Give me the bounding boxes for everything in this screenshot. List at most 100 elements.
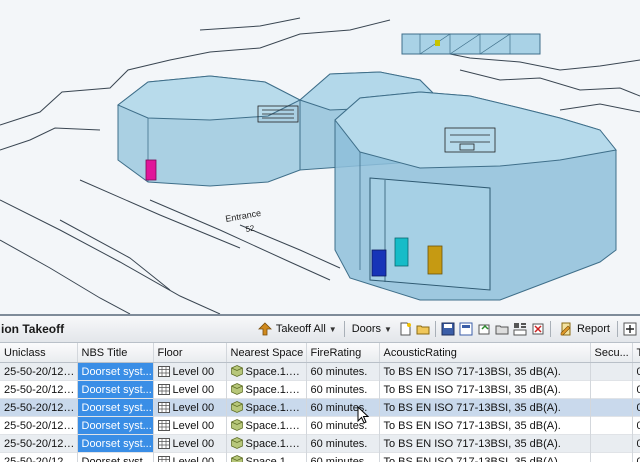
folder-icon[interactable]	[494, 321, 510, 337]
table-row[interactable]: 25-50-20/120ADoorset syst...Level 00Spac…	[0, 381, 640, 399]
cell-t[interactable]: 0	[632, 453, 640, 462]
cell-security[interactable]	[590, 399, 632, 417]
table-row[interactable]: 25-50-20/120ADoorset syst... Level 00 Spac…	[0, 453, 640, 462]
cell-nbs-title[interactable]: Doorset syst...	[77, 381, 153, 399]
cell-uniclass[interactable]: 25-50-20/120A	[0, 435, 77, 453]
cell-acoustic-rating[interactable]: To BS EN ISO 717-13BSI, 35 dB(A).	[379, 417, 590, 435]
building-model-3d[interactable]: Entrance 52	[0, 0, 640, 314]
column-header-fire-rating[interactable]: FireRating	[306, 343, 379, 363]
cell-uniclass[interactable]: 25-50-20/120A	[0, 417, 77, 435]
cell-nbs-title[interactable]: Doorset syst...	[77, 363, 153, 381]
column-header-t[interactable]: T	[632, 343, 640, 363]
floor-icon	[158, 438, 173, 450]
toolbar: Takeoff All ▼ Doors ▼	[254, 319, 640, 339]
cell-fire-rating[interactable]: 60 minutes.	[306, 363, 379, 381]
column-header-nearest-space[interactable]: Nearest Space	[226, 343, 306, 363]
floor-icon	[158, 384, 173, 396]
cell-fire-rating[interactable]: 60 minutes.	[306, 435, 379, 453]
door-magenta[interactable]	[146, 160, 156, 180]
delete-icon[interactable]	[530, 321, 546, 337]
grid-options-icon[interactable]	[512, 321, 528, 337]
new-icon[interactable]	[397, 321, 413, 337]
cell-floor[interactable]: Level 00	[153, 453, 226, 462]
column-header-floor[interactable]: Floor	[153, 343, 226, 363]
door-blue[interactable]	[372, 250, 386, 276]
cell-security[interactable]	[590, 417, 632, 435]
cell-acoustic-rating[interactable]: To BS EN ISO 717-13BSI, 35 dB(A).	[379, 453, 590, 462]
table-row[interactable]: 25-50-20/120ADoorset syst... Level 00 Spac…	[0, 417, 640, 435]
cell-uniclass[interactable]: 25-50-20/120A	[0, 363, 77, 381]
panel-header: ion Takeoff Takeoff All ▼ Doors ▼	[0, 316, 640, 343]
distant-building	[402, 34, 540, 54]
export-icon[interactable]	[476, 321, 492, 337]
space-cube-icon	[231, 366, 246, 378]
glass-building-left	[118, 76, 300, 186]
cell-nearest-space[interactable]: Space.1.1....	[226, 399, 306, 417]
cell-fire-rating[interactable]: 60 minutes.	[306, 453, 379, 462]
cell-security[interactable]	[590, 381, 632, 399]
chevron-down-icon: ▼	[329, 325, 337, 334]
takeoff-all-label: Takeoff All	[276, 323, 326, 335]
cell-nbs-title[interactable]: Doorset syst...	[77, 453, 153, 462]
cell-nearest-space[interactable]: Space.1.4....	[226, 435, 306, 453]
cell-floor-text: Level 00	[173, 420, 215, 432]
panel-title: ion Takeoff	[0, 322, 64, 336]
cell-t[interactable]: 0	[632, 435, 640, 453]
table-row[interactable]: 25-50-20/120ADoorset syst...Level 00 Spac…	[0, 399, 640, 417]
cell-t[interactable]: 0	[632, 363, 640, 381]
cell-security[interactable]	[590, 453, 632, 462]
table-row[interactable]: 25-50-20/120ADoorset syst...Level 00Spac…	[0, 363, 640, 381]
cell-nbs-title[interactable]: Doorset syst...	[77, 417, 153, 435]
takeoff-all-button[interactable]: Takeoff All ▼	[254, 319, 340, 339]
cell-t[interactable]: 0	[632, 417, 640, 435]
cell-nearest-space[interactable]: Space.1.1....	[226, 381, 306, 399]
cell-fire-rating[interactable]: 60 minutes.	[306, 381, 379, 399]
cell-nearest-space[interactable]: Space.1.1....	[226, 453, 306, 462]
column-header-security[interactable]: Secu...	[590, 343, 632, 363]
model-viewport[interactable]: Entrance 52	[0, 0, 640, 314]
cell-acoustic-rating[interactable]: To BS EN ISO 717-13BSI, 35 dB(A).	[379, 399, 590, 417]
cell-security[interactable]	[590, 435, 632, 453]
space-cube-icon	[231, 438, 246, 450]
toolbar-separator	[617, 321, 618, 337]
cell-space-text: Space.1.1....	[246, 402, 307, 414]
cell-t[interactable]: 0	[632, 399, 640, 417]
cell-floor[interactable]: Level 00	[153, 435, 226, 453]
cell-nbs-title[interactable]: Doorset syst...	[77, 435, 153, 453]
cell-floor[interactable]: Level 00	[153, 417, 226, 435]
cell-floor[interactable]: Level 00	[153, 399, 226, 417]
category-dropdown[interactable]: Doors ▼	[349, 319, 395, 339]
cell-security[interactable]	[590, 363, 632, 381]
floor-icon	[158, 420, 173, 432]
save-all-icon[interactable]	[458, 321, 474, 337]
table-body: 25-50-20/120ADoorset syst...Level 00Spac…	[0, 363, 640, 462]
report-button[interactable]: Report	[555, 319, 613, 339]
cell-acoustic-rating[interactable]: To BS EN ISO 717-13BSI, 35 dB(A).	[379, 381, 590, 399]
cell-nearest-space[interactable]: Space.1.4....	[226, 417, 306, 435]
cell-t[interactable]: 0	[632, 381, 640, 399]
table-header-row: Uniclass NBS Title Floor Nearest Space F…	[0, 343, 640, 363]
column-header-nbs-title[interactable]: NBS Title	[77, 343, 153, 363]
open-folder-icon[interactable]	[415, 321, 431, 337]
report-icon	[558, 321, 574, 337]
takeoff-table: Uniclass NBS Title Floor Nearest Space F…	[0, 343, 640, 462]
cell-acoustic-rating[interactable]: To BS EN ISO 717-13BSI, 35 dB(A).	[379, 363, 590, 381]
cell-uniclass[interactable]: 25-50-20/120A	[0, 453, 77, 462]
cell-floor[interactable]: Level 00	[153, 363, 226, 381]
column-header-uniclass[interactable]: Uniclass	[0, 343, 77, 363]
cell-uniclass[interactable]: 25-50-20/120A	[0, 381, 77, 399]
cell-nearest-space[interactable]: Space.1.6....	[226, 363, 306, 381]
column-header-acoustic-rating[interactable]: AcousticRating	[379, 343, 590, 363]
report-label: Report	[577, 323, 610, 335]
door-cyan[interactable]	[395, 238, 408, 266]
add-column-icon[interactable]	[622, 321, 638, 337]
cell-acoustic-rating[interactable]: To BS EN ISO 717-13BSI, 35 dB(A).	[379, 435, 590, 453]
door-gold[interactable]	[428, 246, 442, 274]
cell-floor[interactable]: Level 00	[153, 381, 226, 399]
cell-uniclass[interactable]: 25-50-20/120A	[0, 399, 77, 417]
cell-floor-text: Level 00	[173, 456, 215, 462]
save-icon[interactable]	[440, 321, 456, 337]
table-row[interactable]: 25-50-20/120ADoorset syst...Level 00Spac…	[0, 435, 640, 453]
takeoff-icon	[257, 321, 273, 337]
cell-nbs-title[interactable]: Doorset syst...	[77, 399, 153, 417]
